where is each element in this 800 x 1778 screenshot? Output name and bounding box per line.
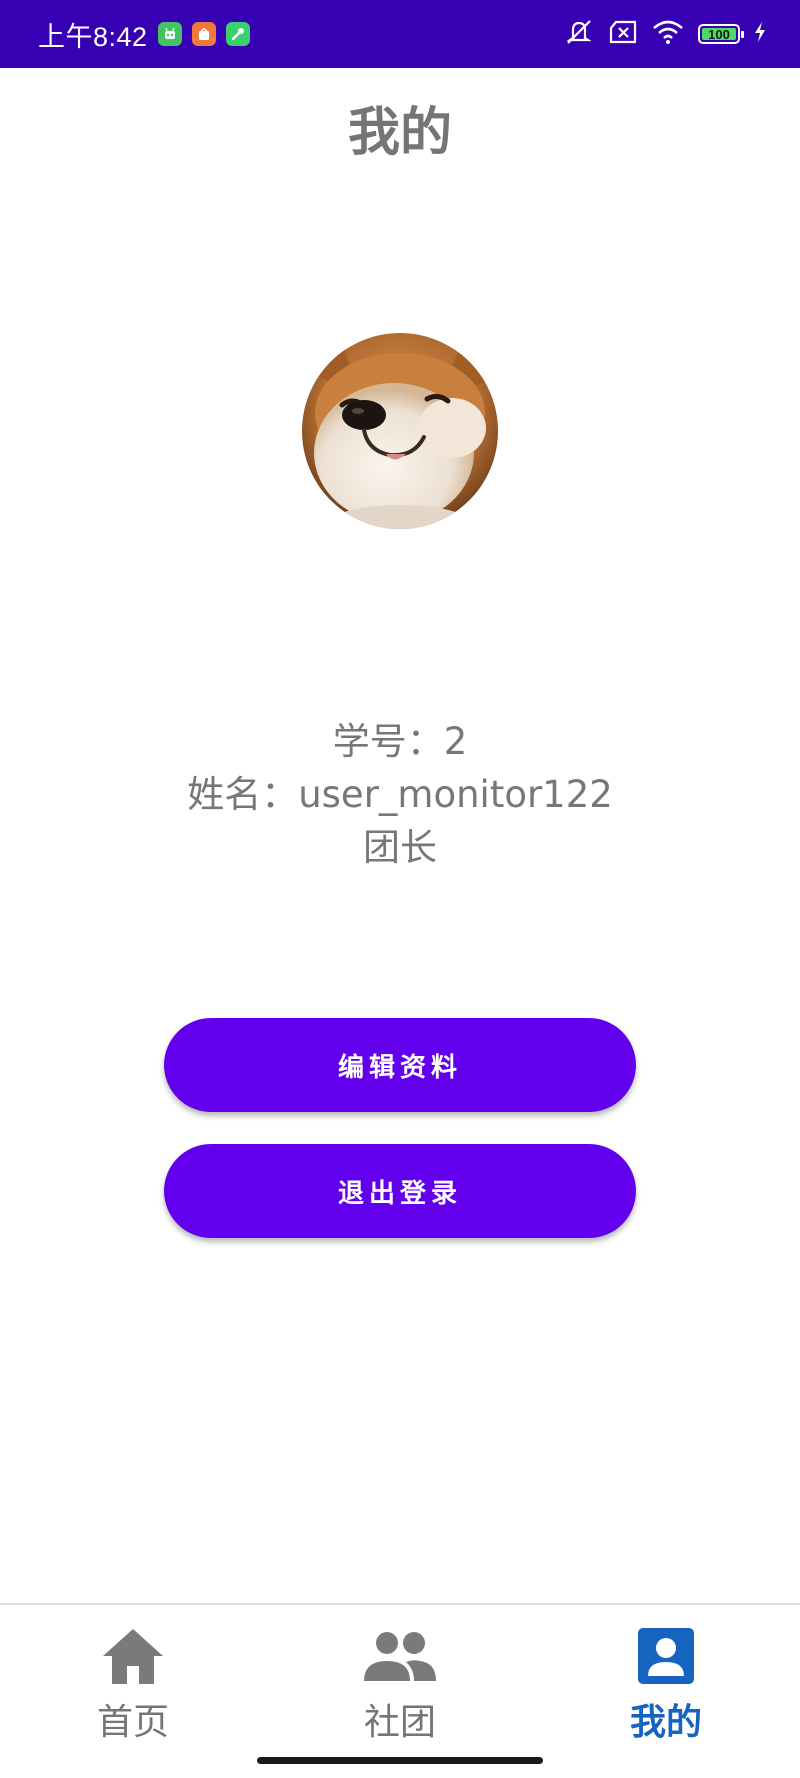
account-box-icon — [566, 1623, 766, 1689]
home-icon — [33, 1623, 233, 1689]
status-time: 上午8:42 — [38, 21, 148, 52]
avatar[interactable] — [302, 333, 498, 529]
status-bar: 上午8:42 100 — [0, 0, 800, 68]
group-icon — [300, 1623, 500, 1689]
mute-icon — [564, 18, 594, 50]
student-id: 学号：2 — [332, 720, 468, 763]
profile-info: 学号：2 姓名：user_monitor122 团长 — [0, 715, 800, 874]
green-robot-icon — [157, 22, 182, 46]
nav-label-mine: 我的 — [629, 1702, 702, 1743]
battery-level: 100 — [708, 26, 730, 42]
edit-profile-button[interactable]: 编辑资料 — [164, 1018, 636, 1112]
wifi-icon — [652, 19, 684, 49]
nav-label-club: 社团 — [363, 1702, 436, 1743]
battery-icon: 100 — [698, 24, 744, 44]
status-right: 100 — [564, 18, 766, 50]
shiba-dog-avatar — [302, 333, 498, 529]
page-title: 我的 — [347, 103, 452, 163]
green-tool-icon — [225, 22, 250, 46]
logout-button[interactable]: 退出登录 — [164, 1144, 636, 1238]
home-indicator[interactable] — [257, 1757, 543, 1764]
bottom-nav: 首页 社团 我的 — [0, 1603, 800, 1778]
nav-item-home[interactable]: 首页 — [33, 1623, 233, 1745]
nav-label-home: 首页 — [96, 1702, 169, 1743]
status-left: 上午8:42 — [38, 15, 250, 54]
user-name: 姓名：user_monitor122 — [187, 773, 613, 816]
charging-icon — [754, 22, 766, 46]
no-sim-icon — [608, 20, 638, 48]
user-role: 团长 — [363, 826, 437, 869]
nav-item-mine[interactable]: 我的 — [566, 1623, 766, 1745]
nav-item-club[interactable]: 社团 — [300, 1623, 500, 1745]
orange-shop-icon — [191, 22, 216, 46]
